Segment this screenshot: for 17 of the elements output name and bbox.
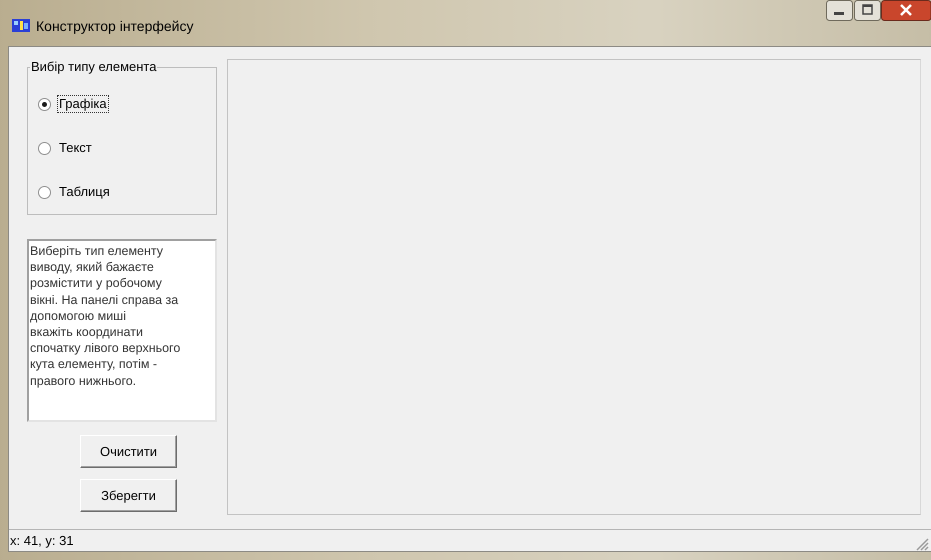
group-title: Вибір типу елемента xyxy=(30,59,158,75)
app-icon xyxy=(12,18,30,33)
instructions-text: Виберіть тип елементу виводу, який бажаєте розмістити у робочому вікні. На панелі справа за допомогою миші вкажіть координати спочатку лівого верхнього кута елементу, потім - правого нижнього. xyxy=(27,239,217,422)
clear-button[interactable]: Очистити xyxy=(80,435,177,468)
maximize-button[interactable] xyxy=(854,0,881,21)
save-button[interactable]: Зберегти xyxy=(80,479,177,512)
resize-grip-icon[interactable] xyxy=(915,537,929,551)
radio-button[interactable] xyxy=(38,142,51,154)
radio-label[interactable]: Текст xyxy=(57,139,94,157)
status-text: x: 41, y: 31 xyxy=(10,532,74,550)
window-title: Конструктор інтерфейсу xyxy=(36,18,194,34)
minimize-button[interactable] xyxy=(826,0,853,21)
radio-button[interactable] xyxy=(38,186,51,198)
radio-label[interactable]: Графіка xyxy=(57,95,109,113)
close-button[interactable] xyxy=(881,0,931,21)
radio-button[interactable] xyxy=(38,98,51,110)
radio-label[interactable]: Таблиця xyxy=(57,183,112,201)
